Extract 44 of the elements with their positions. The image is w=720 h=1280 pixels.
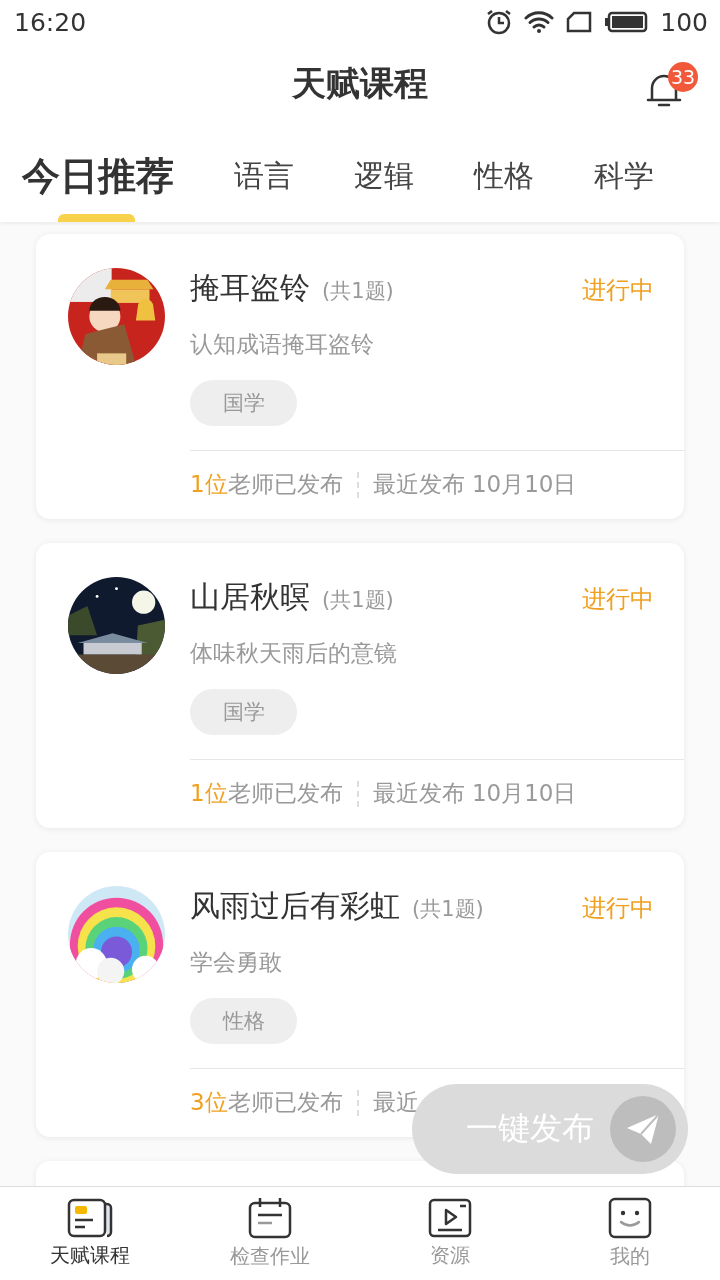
course-status: 进行中: [582, 584, 654, 615]
paper-plane-icon: [625, 1112, 661, 1146]
battery-icon: [604, 11, 649, 33]
recent-publish: 最近发布 10月10日: [372, 779, 577, 809]
category-tab[interactable]: 逻辑: [354, 124, 414, 222]
sim-card-icon: [566, 11, 593, 33]
course-status: 进行中: [582, 275, 654, 306]
course-title: 风雨过后有彩虹: [190, 887, 400, 925]
video-icon: [428, 1198, 472, 1238]
course-description: 学会勇敢: [190, 948, 283, 977]
category-tag: 国学: [190, 380, 297, 426]
question-count: (共1题): [322, 587, 394, 614]
teacher-text: 老师已发布: [227, 779, 343, 809]
category-tab[interactable]: 语言: [234, 124, 294, 222]
calendar-icon: [248, 1197, 292, 1239]
course-title: 山居秋暝: [190, 578, 310, 616]
teacher-count: 3位: [190, 1088, 228, 1118]
course-description: 认知成语掩耳盗铃: [190, 330, 375, 359]
nav-tab[interactable]: 天赋课程: [0, 1187, 180, 1280]
teacher-count: 1位: [190, 470, 228, 500]
smiley-icon: [608, 1197, 652, 1239]
course-card[interactable]: 山居秋暝 (共1题) 进行中 体味秋天雨后的意镜 国学 1位老师已发布 最近发布 10月10日: [36, 543, 684, 828]
teacher-text: 老师已发布: [227, 470, 343, 500]
battery-level: 100: [660, 7, 708, 37]
question-count: (共1题): [322, 278, 394, 305]
notification-count: 33: [668, 62, 698, 92]
category-tag: 性格: [190, 998, 297, 1044]
status-time: 16:20: [14, 7, 87, 37]
category-tab[interactable]: 性格: [474, 124, 534, 222]
course-description: 体味秋天雨后的意镜: [190, 639, 398, 668]
newspaper-icon: [67, 1198, 113, 1238]
wifi-icon: [524, 10, 555, 34]
alarm-icon: [486, 9, 513, 35]
course-card[interactable]: 掩耳盗铃 (共1题) 进行中 认知成语掩耳盗铃 国学 1位老师已发布 最近发布 10月10日: [36, 234, 684, 519]
teacher-count: 1位: [190, 779, 228, 809]
course-status: 进行中: [582, 893, 654, 924]
question-count: (共1题): [412, 896, 484, 923]
category-tab[interactable]: 科学: [594, 124, 654, 222]
page-title: 天赋课程: [292, 62, 428, 105]
teacher-text: 老师已发布: [227, 1088, 343, 1118]
category-tag: 国学: [190, 689, 297, 735]
category-tab[interactable]: 今日推荐: [22, 124, 174, 222]
recent-publish: 最近发布 10月10日: [372, 470, 577, 500]
course-title: 掩耳盗铃: [190, 269, 310, 307]
